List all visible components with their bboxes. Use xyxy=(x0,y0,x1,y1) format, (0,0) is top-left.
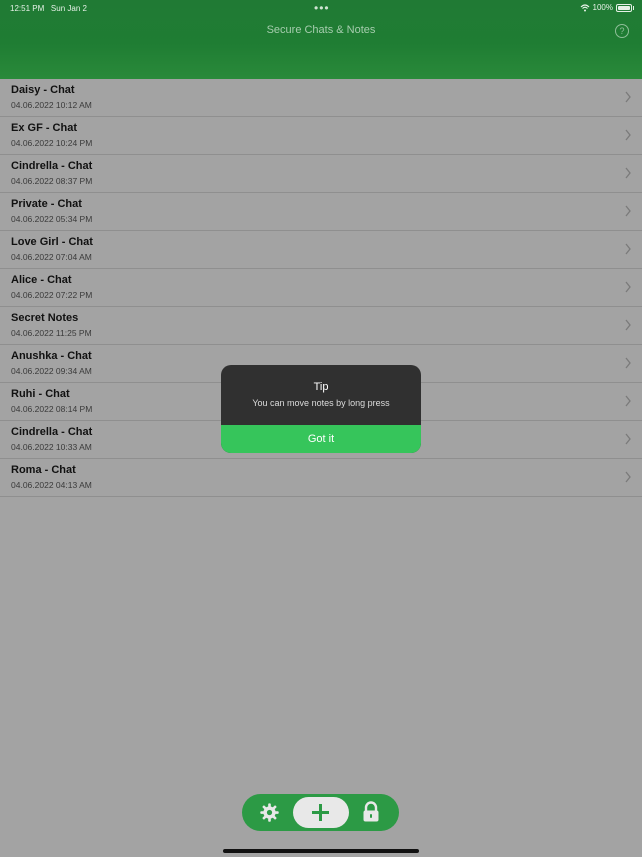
chat-name: Love Girl - Chat xyxy=(11,236,93,248)
chevron-right-icon xyxy=(625,167,631,179)
page-title: Secure Chats & Notes xyxy=(266,24,376,36)
gear-icon[interactable] xyxy=(259,802,280,823)
chat-name: Private - Chat xyxy=(11,198,82,210)
status-bar: 12:51 PM Sun Jan 2 ••• 100% xyxy=(0,0,642,16)
chevron-right-icon xyxy=(625,243,631,255)
chat-date: 04.06.2022 04:13 AM xyxy=(11,480,92,490)
chat-row[interactable]: Roma - Chat 04.06.2022 04:13 AM xyxy=(0,459,642,497)
home-indicator[interactable] xyxy=(223,849,419,853)
chat-name: Alice - Chat xyxy=(11,274,72,286)
chat-name: Anushka - Chat xyxy=(11,350,92,362)
status-time: 12:51 PM Sun Jan 2 xyxy=(10,4,87,13)
chat-name: Cindrella - Chat xyxy=(11,160,93,172)
plus-icon xyxy=(312,804,329,821)
chat-name: Cindrella - Chat xyxy=(11,426,93,438)
chat-date: 04.06.2022 10:33 AM xyxy=(11,442,92,452)
header-bar: 12:51 PM Sun Jan 2 ••• 100% Secure Chats… xyxy=(0,0,642,79)
chat-row[interactable]: Alice - Chat 04.06.2022 07:22 PM xyxy=(0,269,642,307)
chevron-right-icon xyxy=(625,205,631,217)
chat-date: 04.06.2022 11:25 PM xyxy=(11,328,92,338)
chat-row[interactable]: Secret Notes 04.06.2022 11:25 PM xyxy=(0,307,642,345)
chat-date: 04.06.2022 08:14 PM xyxy=(11,404,93,414)
chat-row[interactable]: Ex GF - Chat 04.06.2022 10:24 PM xyxy=(0,117,642,155)
tip-message: You can move notes by long press xyxy=(252,398,390,408)
chevron-right-icon xyxy=(625,281,631,293)
chat-date: 04.06.2022 05:34 PM xyxy=(11,214,93,224)
chat-row[interactable]: Daisy - Chat 04.06.2022 10:12 AM xyxy=(0,79,642,117)
tip-dialog: Tip You can move notes by long press Got… xyxy=(221,365,421,453)
chevron-right-icon xyxy=(625,129,631,141)
chat-row[interactable]: Love Girl - Chat 04.06.2022 07:04 AM xyxy=(0,231,642,269)
battery-icon xyxy=(616,3,634,12)
chat-name: Secret Notes xyxy=(11,312,79,324)
chevron-right-icon xyxy=(625,471,631,483)
chat-name: Daisy - Chat xyxy=(11,84,75,96)
chevron-right-icon xyxy=(625,395,631,407)
status-right: 100% xyxy=(580,3,634,12)
chat-row[interactable]: Cindrella - Chat 04.06.2022 08:37 PM xyxy=(0,155,642,193)
chevron-right-icon xyxy=(625,91,631,103)
chat-date: 04.06.2022 09:34 AM xyxy=(11,366,92,376)
status-time-text: 12:51 PM xyxy=(10,4,45,13)
battery-percent: 100% xyxy=(592,3,613,12)
wifi-icon xyxy=(580,3,589,11)
chat-date: 04.06.2022 07:22 PM xyxy=(11,290,93,300)
chat-date: 04.06.2022 07:04 AM xyxy=(11,252,92,262)
chat-date: 04.06.2022 10:24 PM xyxy=(11,138,93,148)
add-note-button[interactable] xyxy=(293,797,349,828)
chat-date: 04.06.2022 10:12 AM xyxy=(11,100,92,110)
multitasking-dots-icon[interactable]: ••• xyxy=(314,1,330,15)
chevron-right-icon xyxy=(625,357,631,369)
lock-icon[interactable] xyxy=(361,801,381,823)
chat-name: Roma - Chat xyxy=(11,464,76,476)
chat-name: Ruhi - Chat xyxy=(11,388,70,400)
chevron-right-icon xyxy=(625,433,631,445)
got-it-button[interactable]: Got it xyxy=(221,425,421,453)
chat-name: Ex GF - Chat xyxy=(11,122,78,134)
status-date-text: Sun Jan 2 xyxy=(50,4,87,13)
tip-title: Tip xyxy=(313,381,329,393)
chat-date: 04.06.2022 08:37 PM xyxy=(11,176,93,186)
question-mark-icon[interactable]: ? xyxy=(615,24,629,38)
chat-row[interactable]: Private - Chat 04.06.2022 05:34 PM xyxy=(0,193,642,231)
chevron-right-icon xyxy=(625,319,631,331)
bottom-toolbar xyxy=(242,794,399,831)
